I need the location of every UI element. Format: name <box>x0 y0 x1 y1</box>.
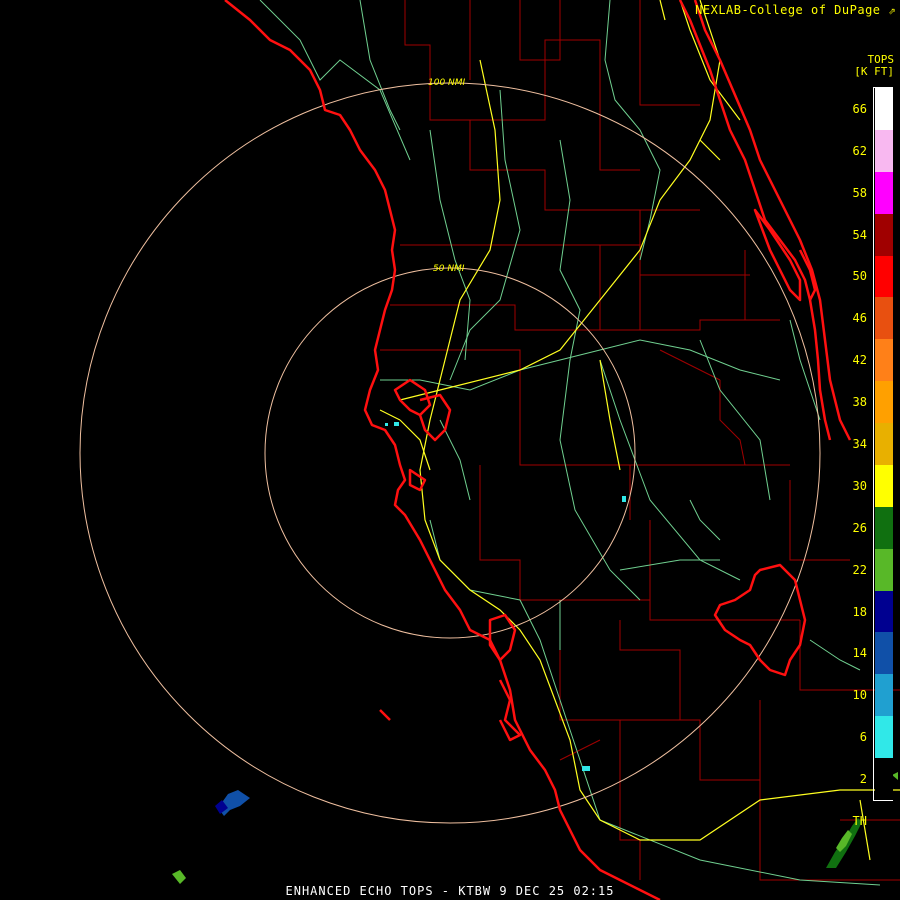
legend-label: 34 <box>852 437 867 451</box>
legend-title-line2: [K FT] <box>854 65 894 78</box>
legend-label: 18 <box>852 604 867 619</box>
legend-label: 10 <box>852 688 867 703</box>
credit-text: NEXLAB-College of DuPage ⇗ <box>695 3 896 17</box>
legend-label: 54 <box>852 227 867 242</box>
legend-label: 66 <box>852 101 867 116</box>
legend-swatch <box>875 674 893 717</box>
legend-swatch <box>875 381 893 424</box>
legend-label: 14 <box>852 646 867 661</box>
legend-swatch <box>875 464 893 508</box>
legend-label: 50 <box>852 269 867 284</box>
legend-swatch <box>875 506 893 550</box>
legend-swatch <box>875 88 893 131</box>
range-ring-label-100: 100 NMI <box>428 78 466 88</box>
footer-caption: ENHANCED ECHO TOPS - KTBW 9 DEC 25 02:15 <box>285 884 615 898</box>
legend-swatch <box>875 255 893 298</box>
legend-label: 6 <box>859 730 867 745</box>
legend-label: 42 <box>852 353 867 368</box>
legend-swatch <box>875 297 893 340</box>
legend-swatch <box>875 423 893 466</box>
legend-swatch <box>875 590 893 633</box>
legend-label: 38 <box>852 395 867 410</box>
legend-swatch <box>875 129 893 173</box>
legend-swatch <box>875 632 893 675</box>
credit-logo-icon: ⇗ <box>888 3 896 17</box>
legend-swatch <box>875 548 893 592</box>
legend-swatch <box>875 758 893 801</box>
legend-swatch <box>875 339 893 382</box>
legend-label: 26 <box>852 520 867 535</box>
legend-swatch <box>875 213 893 257</box>
legend-label: 62 <box>852 143 867 158</box>
legend-label: 2 <box>859 772 867 787</box>
legend-swatch <box>875 716 893 759</box>
legend-title: TOPS [K FT] <box>854 54 894 78</box>
legend-label: 58 <box>852 185 867 200</box>
legend-label: TH <box>852 813 867 828</box>
legend-color-bar <box>873 87 893 801</box>
credit-label: NEXLAB-College of DuPage <box>695 3 881 17</box>
legend-label: 30 <box>852 478 867 493</box>
radar-map: 50 NMI 100 NMI <box>0 0 900 900</box>
legend-swatch <box>875 171 893 215</box>
legend-label: 22 <box>852 562 867 577</box>
legend-label: 46 <box>852 311 867 326</box>
range-ring-label-50: 50 NMI <box>433 264 465 274</box>
